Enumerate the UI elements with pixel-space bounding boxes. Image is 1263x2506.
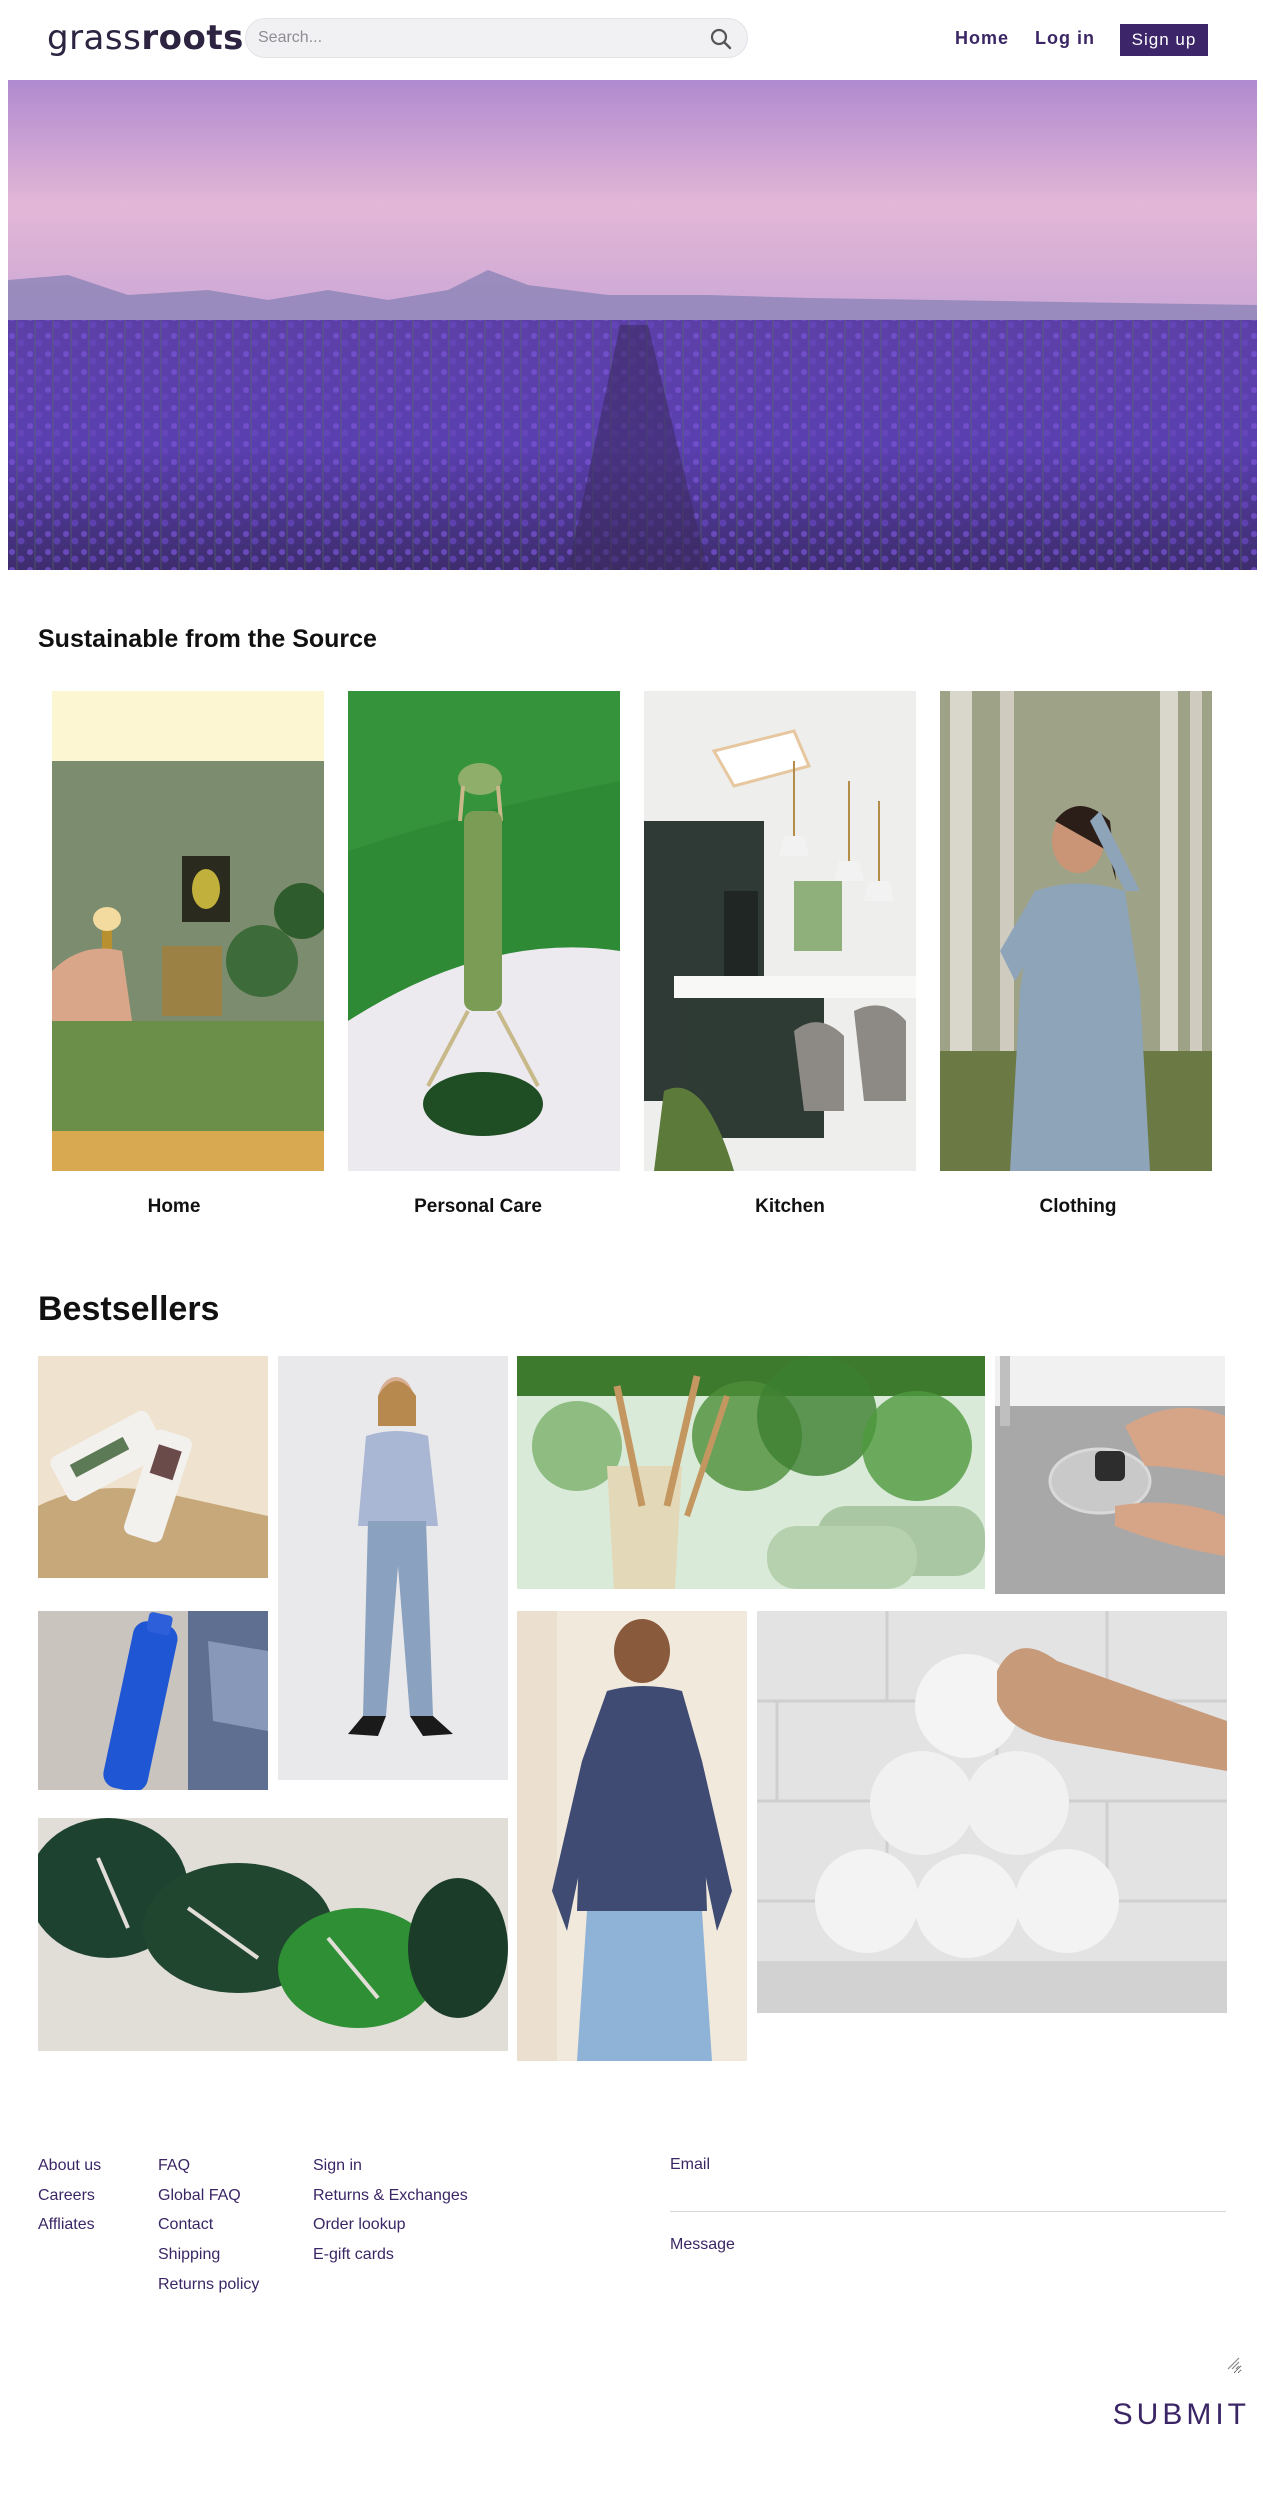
category-kitchen-image[interactable]: [644, 691, 916, 1171]
footer-link-careers[interactable]: Careers: [38, 2187, 95, 2205]
sustainable-section-title: Sustainable from the Source: [38, 625, 377, 653]
site-logo[interactable]: grassroots: [47, 18, 244, 58]
monstera-photo: [38, 1818, 508, 2051]
nav-login-link[interactable]: Log in: [1035, 28, 1095, 49]
message-field[interactable]: [670, 2262, 1242, 2374]
jade-roller-photo: [348, 691, 620, 1171]
category-personal-care-label[interactable]: Personal Care: [342, 1196, 614, 1218]
footer-link-sign-in[interactable]: Sign in: [313, 2157, 362, 2175]
bestseller-bamboo-toothbrushes[interactable]: [517, 1356, 985, 1589]
bestseller-wool-dryer-balls[interactable]: [757, 1611, 1227, 2013]
blue-bottle-photo: [38, 1611, 268, 1790]
category-clothing-label[interactable]: Clothing: [942, 1196, 1214, 1218]
toothbrush-photo: [517, 1356, 985, 1589]
category-kitchen-label[interactable]: Kitchen: [654, 1196, 926, 1218]
site-header: grassroots Home Log in Sign up: [0, 0, 1263, 80]
search-bar: [245, 18, 748, 58]
search-icon[interactable]: [709, 27, 733, 51]
bestseller-denim-jeans[interactable]: [278, 1356, 508, 1780]
signup-button[interactable]: Sign up: [1120, 24, 1208, 56]
category-clothing-image[interactable]: [940, 691, 1212, 1171]
hero-lavender-banner: [8, 80, 1257, 570]
category-home-label[interactable]: Home: [38, 1196, 310, 1218]
woman-dress-photo: [940, 691, 1212, 1171]
hero-lavender-image: [8, 80, 1257, 570]
footer-link-returns-exchanges[interactable]: Returns & Exchanges: [313, 2187, 468, 2205]
nav-home-link[interactable]: Home: [955, 28, 1009, 49]
woman-jeans-photo: [278, 1356, 508, 1780]
footer-link-faq[interactable]: FAQ: [158, 2157, 190, 2175]
bestseller-steel-water-bottle[interactable]: [38, 1611, 268, 1790]
email-field-label: Email: [670, 2156, 711, 2173]
textarea-resize-grip-icon[interactable]: [1226, 2356, 1240, 2370]
category-personal-care-image[interactable]: [348, 691, 620, 1171]
submit-button[interactable]: SUBMIT: [1110, 2392, 1250, 2438]
search-input[interactable]: [258, 19, 698, 57]
bestseller-ribbed-cardigan[interactable]: [517, 1611, 747, 2061]
dryer-balls-photo: [757, 1611, 1227, 2013]
kitchen-photo: [644, 691, 916, 1171]
footer-link-returns-policy[interactable]: Returns policy: [158, 2276, 259, 2294]
footer-link-contact[interactable]: Contact: [158, 2216, 213, 2234]
living-room-photo: [52, 691, 324, 1171]
bestseller-deodorant[interactable]: [38, 1356, 268, 1578]
logo-bold-text: roots: [141, 18, 244, 58]
footer-link-order-lookup[interactable]: Order lookup: [313, 2216, 406, 2234]
footer-link-egift-cards[interactable]: E-gift cards: [313, 2246, 394, 2264]
cardigan-photo: [517, 1611, 747, 2061]
bestsellers-section-title: Bestsellers: [38, 1290, 220, 1328]
message-field-label: Message: [670, 2236, 735, 2253]
footer-link-shipping[interactable]: Shipping: [158, 2246, 220, 2264]
deodorant-photo: [38, 1356, 268, 1578]
bestseller-glass-container[interactable]: [995, 1356, 1225, 1594]
footer-link-about-us[interactable]: About us: [38, 2157, 101, 2175]
footer-link-affiliates[interactable]: Affliates: [38, 2216, 95, 2234]
category-home-image[interactable]: [52, 691, 324, 1171]
footer-link-global-faq[interactable]: Global FAQ: [158, 2187, 241, 2205]
glass-bowl-photo: [995, 1356, 1225, 1594]
bestseller-monstera-plant[interactable]: [38, 1818, 508, 2051]
logo-light-text: grass: [47, 18, 142, 58]
email-field[interactable]: [670, 2182, 1226, 2212]
